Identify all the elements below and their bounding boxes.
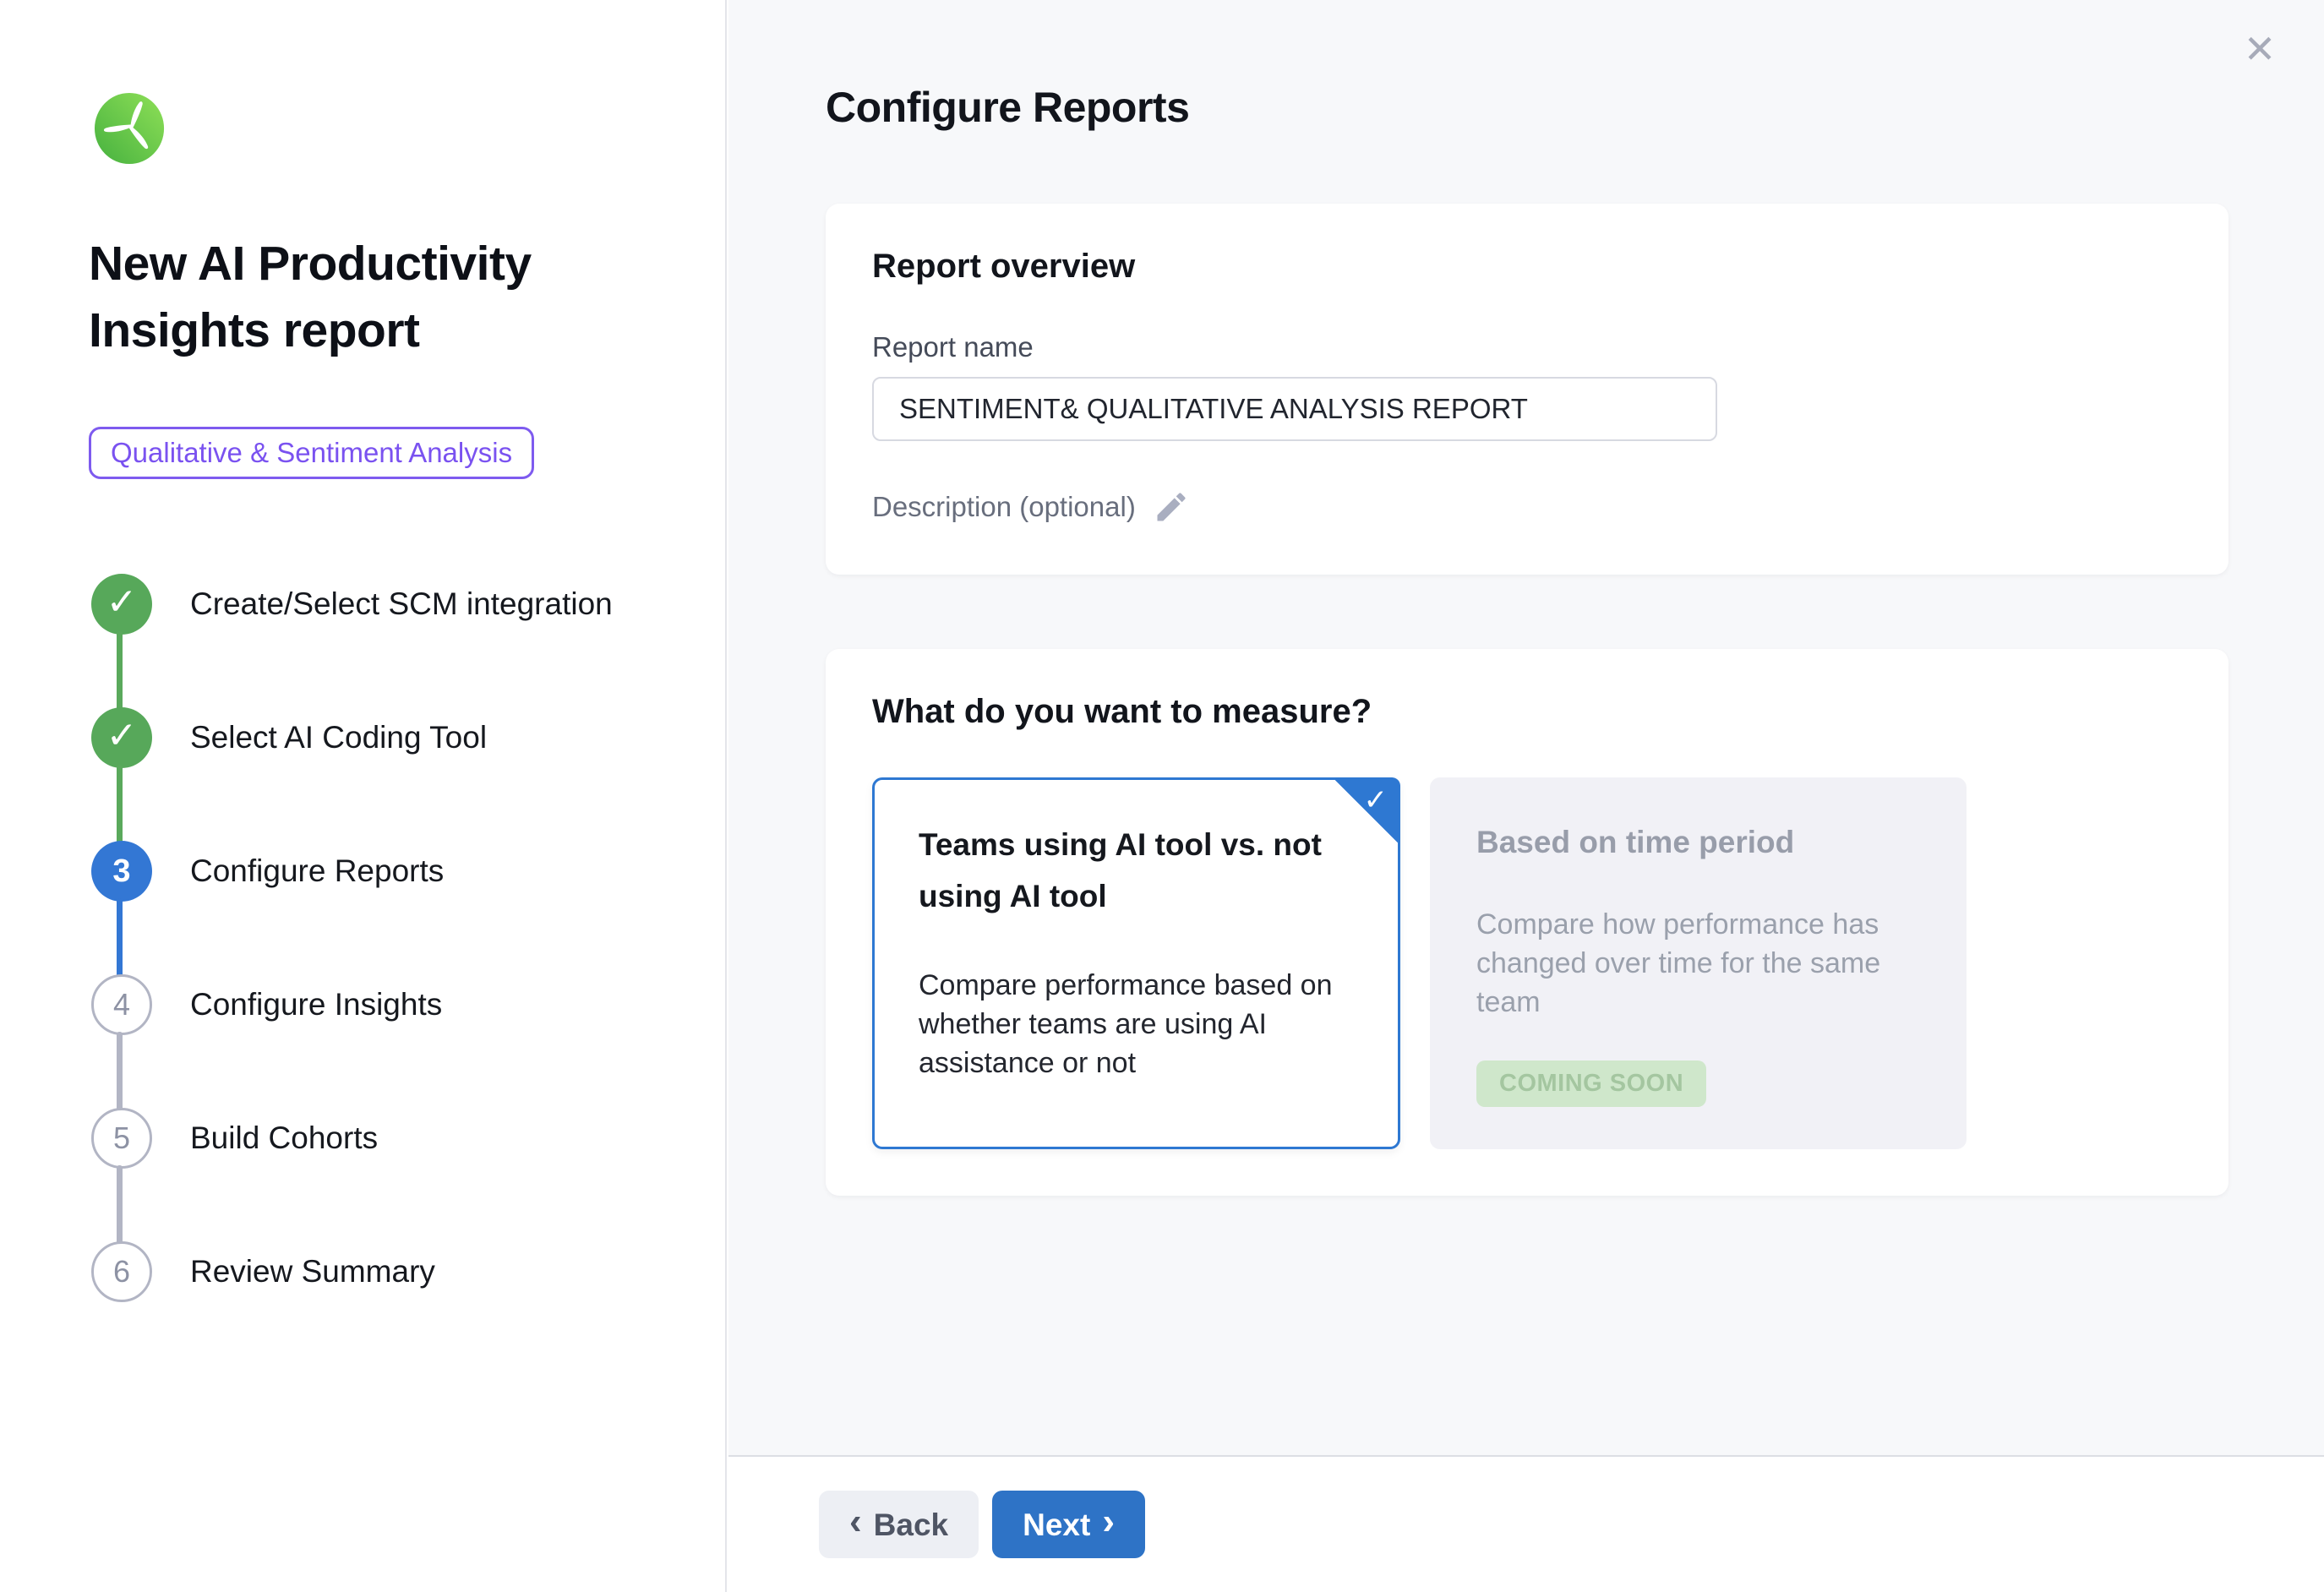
step-configure-reports[interactable]: 3 Configure Reports xyxy=(89,841,725,974)
option-description: Compare how performance has changed over… xyxy=(1476,905,1920,1022)
step-connector xyxy=(117,631,123,711)
step-connector xyxy=(117,898,123,978)
option-teams-vs-no-ai[interactable]: ✓ Teams using AI tool vs. not using AI t… xyxy=(872,777,1400,1149)
chevron-right-icon: › xyxy=(1102,1503,1115,1540)
step-select-ai-coding-tool[interactable]: ✓ Select AI Coding Tool xyxy=(89,707,725,841)
coming-soon-badge: COMING SOON xyxy=(1476,1060,1706,1107)
step-4-label: Configure Insights xyxy=(190,974,442,1035)
measure-heading: What do you want to measure? xyxy=(872,693,2182,731)
step-6-label: Review Summary xyxy=(190,1241,435,1302)
measure-options: ✓ Teams using AI tool vs. not using AI t… xyxy=(872,777,2182,1149)
step-review-summary: 6 Review Summary xyxy=(89,1241,725,1375)
check-icon: ✓ xyxy=(106,584,138,621)
step-5-circle: 5 xyxy=(91,1108,152,1169)
report-type-badge: Qualitative & Sentiment Analysis xyxy=(89,427,534,479)
next-button-label: Next xyxy=(1023,1509,1090,1540)
wizard-title: New AI Productivity Insights report xyxy=(89,231,579,364)
step-3-number: 3 xyxy=(112,853,130,890)
step-4-circle: 4 xyxy=(91,974,152,1035)
step-6-number: 6 xyxy=(113,1254,130,1289)
wizard-footer: ‹ Back Next › xyxy=(728,1455,2324,1592)
main-content: Configure Reports Report overview Report… xyxy=(728,0,2324,1455)
wizard-stepper: ✓ Create/Select SCM integration ✓ Select… xyxy=(89,574,725,1375)
chevron-left-icon: ‹ xyxy=(849,1503,862,1540)
step-connector xyxy=(117,1165,123,1245)
selected-check-icon: ✓ xyxy=(1364,783,1388,817)
report-name-label: Report name xyxy=(872,331,2182,363)
step-1-circle: ✓ xyxy=(91,574,152,635)
option-based-on-time-period: Based on time period Compare how perform… xyxy=(1430,777,1967,1149)
report-name-input[interactable] xyxy=(872,377,1717,441)
step-configure-insights: 4 Configure Insights xyxy=(89,974,725,1108)
description-row[interactable]: Description (optional) xyxy=(872,488,2182,526)
option-description: Compare performance based on whether tea… xyxy=(919,966,1354,1082)
edit-pencil-icon[interactable] xyxy=(1153,488,1190,526)
step-create-select-scm-integration[interactable]: ✓ Create/Select SCM integration xyxy=(89,574,725,707)
step-2-label: Select AI Coding Tool xyxy=(190,707,487,768)
next-button[interactable]: Next › xyxy=(992,1491,1145,1558)
step-3-circle: 3 xyxy=(91,841,152,902)
step-5-number: 5 xyxy=(113,1120,130,1156)
option-title: Teams using AI tool vs. not using AI too… xyxy=(919,819,1354,922)
wizard-sidebar: New AI Productivity Insights report Qual… xyxy=(0,0,727,1592)
back-button[interactable]: ‹ Back xyxy=(819,1491,979,1558)
close-icon[interactable]: ✕ xyxy=(2236,25,2283,73)
step-5-label: Build Cohorts xyxy=(190,1108,378,1169)
step-3-label: Configure Reports xyxy=(190,841,444,902)
step-6-circle: 6 xyxy=(91,1241,152,1302)
step-2-circle: ✓ xyxy=(91,707,152,768)
measure-card: What do you want to measure? ✓ Teams usi… xyxy=(826,649,2229,1196)
step-1-label: Create/Select SCM integration xyxy=(190,574,613,635)
option-title: Based on time period xyxy=(1476,816,1920,868)
report-overview-card: Report overview Report name Description … xyxy=(826,204,2229,575)
report-overview-heading: Report overview xyxy=(872,248,2182,286)
step-connector xyxy=(117,1032,123,1111)
description-optional-label: Description (optional) xyxy=(872,491,1136,523)
step-build-cohorts: 5 Build Cohorts xyxy=(89,1108,725,1241)
configure-reports-panel: ✕ Configure Reports Report overview Repo… xyxy=(728,0,2324,1592)
new-report-wizard: New AI Productivity Insights report Qual… xyxy=(0,0,2324,1592)
step-connector xyxy=(117,765,123,844)
page-title: Configure Reports xyxy=(826,83,2324,132)
back-button-label: Back xyxy=(874,1509,948,1540)
step-4-number: 4 xyxy=(113,987,130,1022)
check-icon: ✓ xyxy=(106,717,138,755)
wind-turbine-logo-icon xyxy=(94,91,166,166)
